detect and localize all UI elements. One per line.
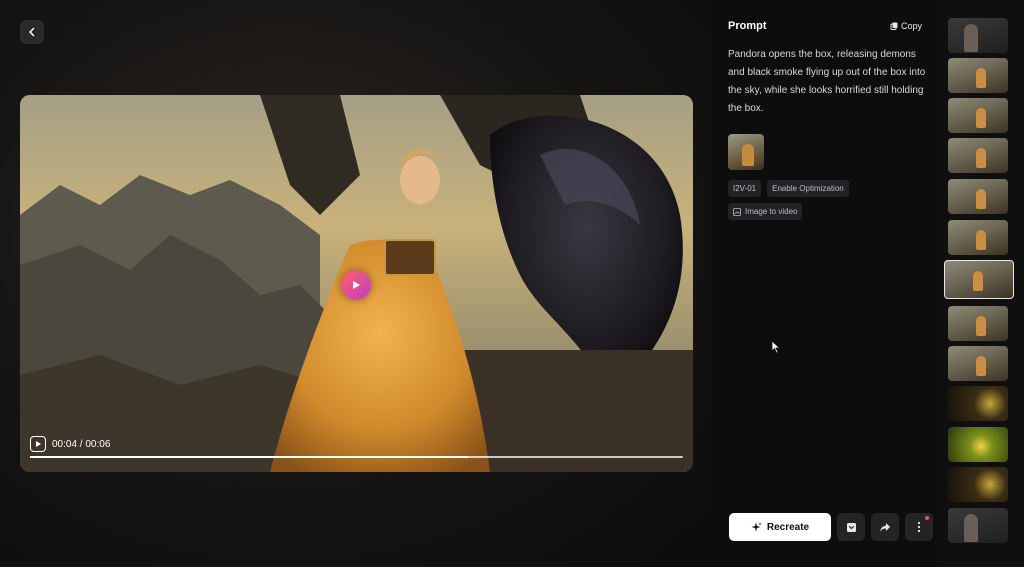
copy-icon <box>890 22 898 30</box>
mode-tag: Image to video <box>728 203 803 220</box>
play-button[interactable] <box>341 270 371 300</box>
download-icon <box>846 522 856 532</box>
chevron-left-icon <box>29 27 35 37</box>
history-thumbnail[interactable] <box>948 508 1008 543</box>
history-thumbnail[interactable] <box>948 58 1008 93</box>
image-icon <box>733 207 741 216</box>
back-button[interactable] <box>20 20 44 44</box>
prompt-text: Pandora opens the box, releasing demons … <box>728 49 926 114</box>
history-thumbnail[interactable] <box>948 386 1008 421</box>
share-button[interactable] <box>871 513 899 541</box>
history-thumbnail-selected[interactable] <box>944 260 1014 299</box>
history-thumbnail[interactable] <box>948 179 1008 214</box>
video-player[interactable]: 00:04 / 00:06 <box>20 95 693 472</box>
prompt-panel: Prompt Copy Pandora opens the box, relea… <box>712 0 938 567</box>
progress-bar[interactable] <box>30 456 683 458</box>
history-rail <box>942 14 1016 554</box>
history-thumbnail[interactable] <box>948 220 1008 255</box>
history-thumbnail[interactable] <box>948 306 1008 341</box>
history-thumbnail[interactable] <box>948 427 1008 462</box>
play-icon <box>353 281 360 289</box>
video-stage: 00:04 / 00:06 <box>0 0 712 567</box>
recreate-label: Recreate <box>766 521 810 533</box>
history-thumbnail[interactable] <box>948 138 1008 173</box>
play-pause-button[interactable] <box>30 436 46 452</box>
player-controls: 00:04 / 00:06 <box>30 436 110 452</box>
notification-dot <box>925 516 929 520</box>
cursor-icon <box>771 340 781 354</box>
download-button[interactable] <box>837 513 865 541</box>
copy-button[interactable]: Copy <box>890 21 922 31</box>
action-bar: Recreate <box>729 513 933 541</box>
more-options-button[interactable] <box>905 513 933 541</box>
reference-image-thumbnail[interactable] <box>728 134 764 170</box>
tag-list: I2V-01 Enable Optimization <box>728 180 934 197</box>
more-icon <box>917 521 921 533</box>
history-thumbnail[interactable] <box>948 98 1008 133</box>
history-thumbnail[interactable] <box>948 346 1008 381</box>
history-thumbnail[interactable] <box>948 18 1008 53</box>
recreate-button[interactable]: Recreate <box>729 513 831 541</box>
share-icon <box>880 522 890 532</box>
prompt-title: Prompt <box>728 20 767 32</box>
optimization-tag: Enable Optimization <box>767 180 849 197</box>
history-thumbnail[interactable] <box>948 467 1008 502</box>
play-icon <box>36 441 41 447</box>
copy-label: Copy <box>900 21 922 31</box>
mode-tag-row: Image to video <box>728 203 934 220</box>
time-display: 00:04 / 00:06 <box>52 438 111 450</box>
sparkle-icon <box>751 522 762 531</box>
mode-tag-label: Image to video <box>745 207 798 216</box>
progress-fill <box>30 456 468 458</box>
model-tag: I2V-01 <box>728 180 762 197</box>
